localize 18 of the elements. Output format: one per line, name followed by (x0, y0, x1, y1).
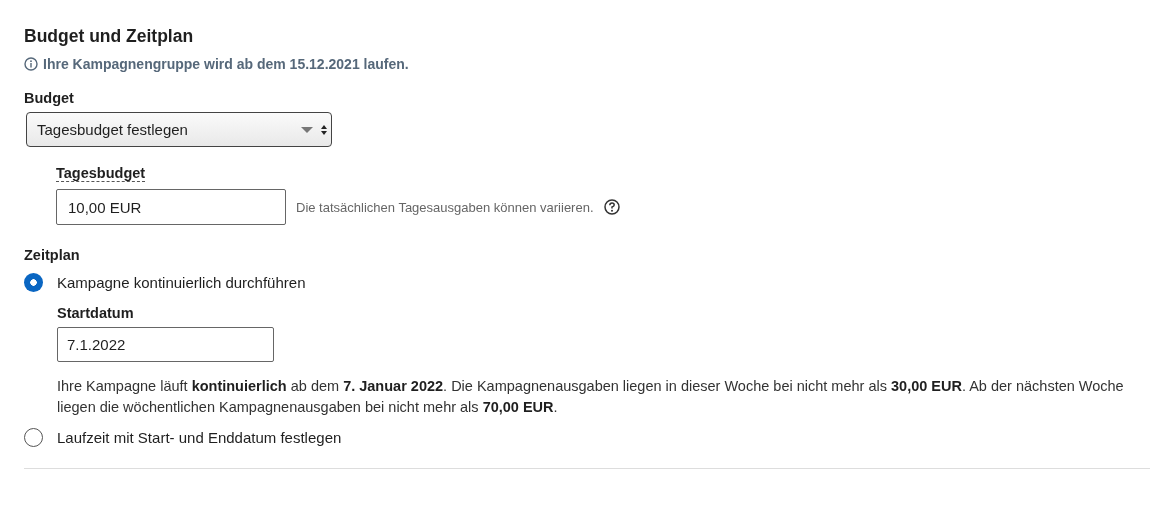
radio-button[interactable] (24, 273, 43, 292)
schedule-label: Zeitplan (24, 247, 81, 263)
info-icon (24, 57, 38, 71)
help-icon[interactable] (603, 199, 620, 215)
budget-type-select[interactable]: Tagesbudget festlegen (26, 112, 332, 147)
info-text: Ihre Kampagnengruppe wird ab dem 15.12.2021 laufen. (43, 56, 409, 72)
radio-button[interactable] (24, 428, 43, 447)
radio-label[interactable]: Kampagne kontinuierlich durchführen (57, 274, 306, 291)
daily-budget-input[interactable]: 10,00 EUR (56, 189, 286, 225)
dropdown-caret-icon (301, 123, 327, 136)
start-date-label: Startdatum (57, 305, 135, 321)
daily-budget-label: Tagesbudget (56, 165, 146, 182)
budget-hint: Die tatsächlichen Tagesausgaben können variieren. (296, 199, 594, 215)
section-title: Budget und Zeitplan (24, 26, 195, 48)
schedule-summary: Ihre Kampagne läuft kontinuierlich ab dem 7. Januar 2022. Die Kampagnenausgaben liegen in dieser Woche bei nicht mehr als 30,00 EUR. Ab der nächsten Woche liegen die wöchentlichen Kampagnenausgaben bei nicht mehr als 70,00 EUR. (57, 377, 1125, 417)
budget-label: Budget (24, 90, 75, 106)
radio-label[interactable]: Laufzeit mit Start- und Enddatum festlegen (57, 429, 342, 446)
start-date-input[interactable]: 7.1.2022 (57, 327, 274, 362)
